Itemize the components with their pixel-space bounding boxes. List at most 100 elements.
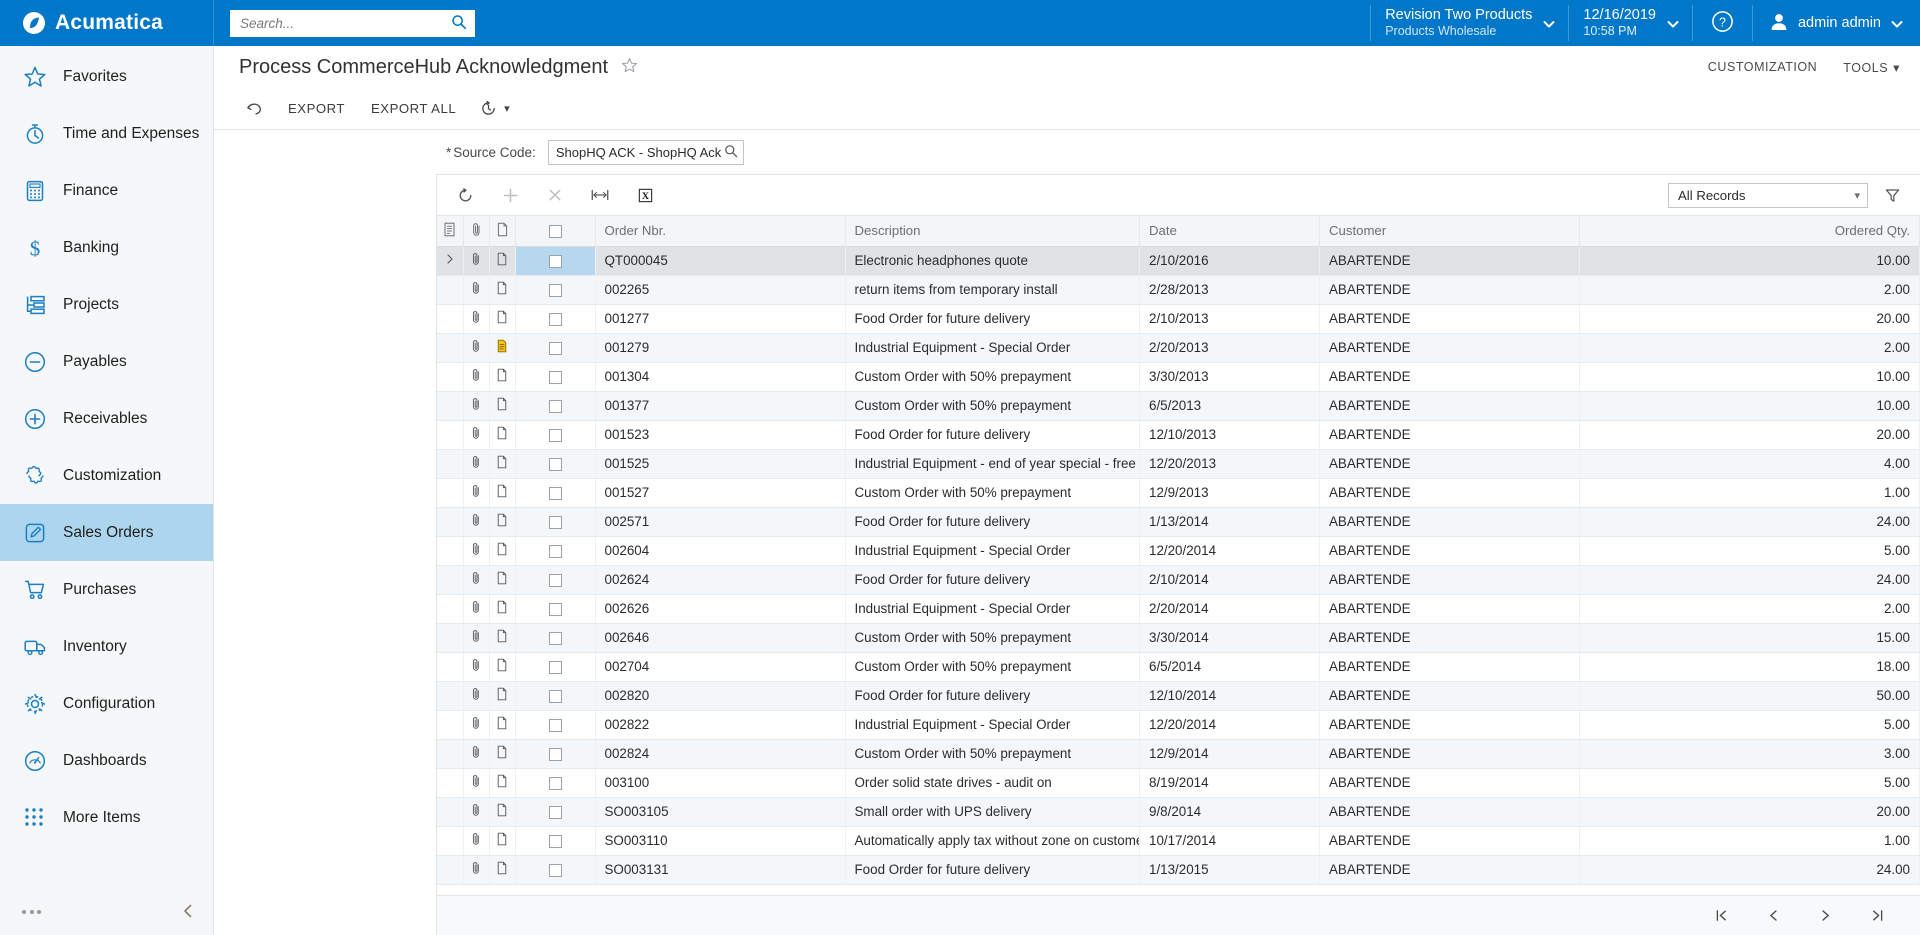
cell-ordered-qty[interactable]: 1.00 xyxy=(1579,826,1920,856)
document-icon[interactable] xyxy=(496,397,508,414)
row-note-cell[interactable] xyxy=(489,652,516,682)
cell-description[interactable]: Industrial Equipment - Special Order xyxy=(845,333,1140,363)
cell-customer[interactable]: ABARTENDE xyxy=(1319,797,1580,827)
row-attachment-cell[interactable] xyxy=(463,826,490,856)
row-note-cell[interactable] xyxy=(489,797,516,827)
table-row[interactable]: 001377 Custom Order with 50% prepayment 6/… xyxy=(437,391,1920,421)
row-select-cell[interactable] xyxy=(515,275,596,305)
paperclip-icon[interactable] xyxy=(470,427,482,443)
cell-description[interactable]: Food Order for future delivery xyxy=(845,855,1140,885)
cell-order-nbr[interactable]: 001527 xyxy=(595,478,846,508)
row-checkbox[interactable] xyxy=(548,573,562,587)
table-row[interactable]: 002604 Industrial Equipment - Special Ord… xyxy=(437,536,1920,566)
cell-customer[interactable]: ABARTENDE xyxy=(1319,275,1580,305)
row-checkbox[interactable] xyxy=(548,805,562,819)
cell-description[interactable]: Order solid state drives - audit on xyxy=(845,768,1140,798)
row-select-cell[interactable] xyxy=(515,246,596,276)
cell-ordered-qty[interactable]: 20.00 xyxy=(1579,304,1920,334)
paperclip-icon[interactable] xyxy=(470,340,482,356)
column-header-customer[interactable]: Customer xyxy=(1319,216,1580,247)
row-attachment-cell[interactable] xyxy=(463,652,490,682)
document-icon[interactable] xyxy=(496,658,508,675)
row-note-cell[interactable] xyxy=(489,246,516,276)
row-checkbox[interactable] xyxy=(548,399,562,413)
row-checkbox[interactable] xyxy=(548,631,562,645)
row-checkbox[interactable] xyxy=(548,718,562,732)
table-row[interactable]: 002624 Food Order for future delivery 2/10… xyxy=(437,565,1920,595)
column-header-date[interactable]: Date xyxy=(1139,216,1320,247)
document-icon[interactable] xyxy=(496,484,508,501)
row-attachment-cell[interactable] xyxy=(463,623,490,653)
cell-date[interactable]: 12/10/2013 xyxy=(1139,420,1320,450)
cell-description[interactable]: Food Order for future delivery xyxy=(845,507,1140,537)
row-checkbox[interactable] xyxy=(548,515,562,529)
table-row[interactable]: 002822 Industrial Equipment - Special Ord… xyxy=(437,710,1920,740)
row-expand-cell[interactable] xyxy=(437,797,464,827)
cell-customer[interactable]: ABARTENDE xyxy=(1319,420,1580,450)
cell-order-nbr[interactable]: SO003105 xyxy=(595,797,846,827)
row-attachment-cell[interactable] xyxy=(463,710,490,740)
row-checkbox[interactable] xyxy=(548,863,562,877)
cell-customer[interactable]: ABARTENDE xyxy=(1319,768,1580,798)
paperclip-icon[interactable] xyxy=(470,369,482,385)
cell-customer[interactable]: ABARTENDE xyxy=(1319,594,1580,624)
row-attachment-cell[interactable] xyxy=(463,391,490,421)
cell-customer[interactable]: ABARTENDE xyxy=(1319,826,1580,856)
row-select-cell[interactable] xyxy=(515,826,596,856)
row-select-cell[interactable] xyxy=(515,565,596,595)
customization-menu[interactable]: CUSTOMIZATION xyxy=(1708,60,1817,74)
row-checkbox[interactable] xyxy=(548,660,562,674)
table-row[interactable]: SO003110 Automatically apply tax without … xyxy=(437,826,1920,856)
row-expand-cell[interactable] xyxy=(437,304,464,334)
row-select-cell[interactable] xyxy=(515,768,596,798)
row-expand-cell[interactable] xyxy=(437,565,464,595)
paperclip-icon[interactable] xyxy=(470,630,482,646)
row-select-cell[interactable] xyxy=(515,304,596,334)
table-row[interactable]: 001527 Custom Order with 50% prepayment 12… xyxy=(437,478,1920,508)
column-header-doc[interactable] xyxy=(489,216,516,247)
cell-order-nbr[interactable]: 002626 xyxy=(595,594,846,624)
document-icon[interactable] xyxy=(496,629,508,646)
cell-order-nbr[interactable]: 002822 xyxy=(595,710,846,740)
cell-order-nbr[interactable]: 001377 xyxy=(595,391,846,421)
chevron-down-icon[interactable] xyxy=(1890,17,1903,29)
filter-settings-button[interactable] xyxy=(1878,182,1906,208)
cell-ordered-qty[interactable]: 10.00 xyxy=(1579,246,1920,276)
more-options-icon[interactable] xyxy=(22,910,41,914)
row-checkbox[interactable] xyxy=(548,834,562,848)
table-row[interactable]: 001279 Industrial Equipment - Special Ord… xyxy=(437,333,1920,363)
row-select-cell[interactable] xyxy=(515,681,596,711)
row-note-cell[interactable] xyxy=(489,449,516,479)
cell-date[interactable]: 2/28/2013 xyxy=(1139,275,1320,305)
source-code-input[interactable] xyxy=(555,144,724,160)
next-page-button[interactable] xyxy=(1814,905,1836,927)
row-expand-cell[interactable] xyxy=(437,768,464,798)
cell-ordered-qty[interactable]: 2.00 xyxy=(1579,594,1920,624)
row-select-cell[interactable] xyxy=(515,478,596,508)
cell-description[interactable]: Industrial Equipment - Special Order xyxy=(845,710,1140,740)
cell-description[interactable]: Custom Order with 50% prepayment xyxy=(845,478,1140,508)
row-checkbox[interactable] xyxy=(548,776,562,790)
table-row[interactable]: 002824 Custom Order with 50% prepayment 12… xyxy=(437,739,1920,769)
row-expand-cell[interactable] xyxy=(437,681,464,711)
cell-customer[interactable]: ABARTENDE xyxy=(1319,855,1580,885)
cell-customer[interactable]: ABARTENDE xyxy=(1319,246,1580,276)
row-select-cell[interactable] xyxy=(515,739,596,769)
document-icon[interactable] xyxy=(496,368,508,385)
cell-ordered-qty[interactable]: 2.00 xyxy=(1579,333,1920,363)
column-header-description[interactable]: Description xyxy=(845,216,1140,247)
cell-ordered-qty[interactable]: 24.00 xyxy=(1579,855,1920,885)
cell-customer[interactable]: ABARTENDE xyxy=(1319,507,1580,537)
row-note-cell[interactable] xyxy=(489,623,516,653)
cell-customer[interactable]: ABARTENDE xyxy=(1319,536,1580,566)
paperclip-icon[interactable] xyxy=(470,514,482,530)
cell-date[interactable]: 2/10/2014 xyxy=(1139,565,1320,595)
search-input[interactable] xyxy=(240,15,451,31)
row-note-cell[interactable] xyxy=(489,391,516,421)
cell-ordered-qty[interactable]: 15.00 xyxy=(1579,623,1920,653)
add-row-button[interactable] xyxy=(492,180,528,210)
table-row[interactable]: 002265 return items from temporary instal… xyxy=(437,275,1920,305)
cell-date[interactable]: 3/30/2013 xyxy=(1139,362,1320,392)
cell-date[interactable]: 1/13/2015 xyxy=(1139,855,1320,885)
cell-order-nbr[interactable]: 002265 xyxy=(595,275,846,305)
